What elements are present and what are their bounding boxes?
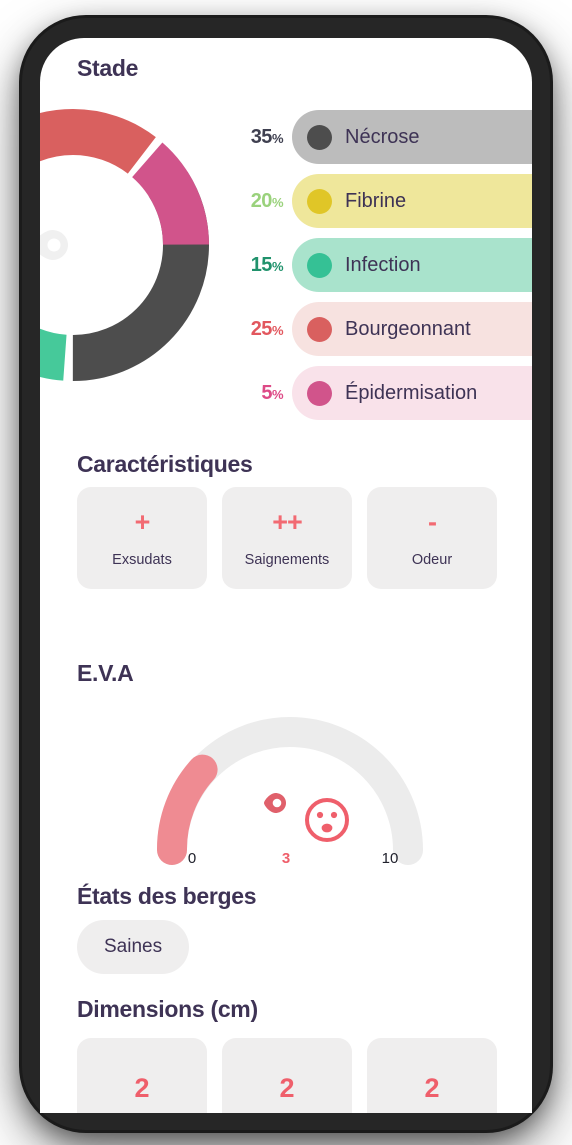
legend-color-dot xyxy=(307,316,332,342)
eva-gauge[interactable] xyxy=(145,700,435,870)
dimension-card-2[interactable]: 2 xyxy=(222,1038,352,1113)
stade-legend: 35% Nécrose 20% Fibrine 15% Infection 25… xyxy=(240,110,532,430)
legend-percent: 15% xyxy=(240,254,292,277)
droplet-icon xyxy=(40,230,68,260)
legend-percent: 25% xyxy=(240,318,292,341)
dimensions-cards: 2 2 2 xyxy=(77,1038,497,1113)
berges-chip-saines[interactable]: Saines xyxy=(77,920,190,974)
legend-percent: 20% xyxy=(240,190,292,213)
dimension-value: 2 xyxy=(279,1072,295,1103)
eva-tick-min: 0 xyxy=(187,850,197,867)
legend-bar: Infection xyxy=(292,238,532,292)
phone-screen: Stade 35% Nécrose 20% Fibrine 15% Infect… xyxy=(40,38,532,1113)
caracteristique-value: - xyxy=(428,506,437,537)
stade-section-title: Stade xyxy=(77,55,139,81)
dimensions-section-title: Dimensions (cm) xyxy=(77,996,258,1022)
dimension-card-3[interactable]: 2 xyxy=(367,1038,497,1113)
legend-label: Infection xyxy=(345,253,421,276)
legend-percent: 35% xyxy=(240,126,292,149)
stade-donut-chart[interactable] xyxy=(40,100,218,390)
legend-percent: 5% xyxy=(240,382,292,405)
legend-item-bourgeonnant[interactable]: 25% Bourgeonnant xyxy=(240,302,532,356)
legend-color-dot xyxy=(307,380,332,406)
legend-label: Fibrine xyxy=(345,189,407,212)
dimension-value: 2 xyxy=(134,1072,150,1103)
eva-tick-max: 10 xyxy=(381,850,399,867)
eva-section-title: E.V.A xyxy=(77,660,134,686)
eva-tick-current: 3 xyxy=(281,850,291,867)
legend-item-fibrine[interactable]: 20% Fibrine xyxy=(240,174,532,228)
legend-bar: Fibrine xyxy=(292,174,532,228)
legend-bar: Nécrose xyxy=(292,110,532,164)
legend-item-epidermisation[interactable]: 5% Épidermisation xyxy=(240,366,532,420)
caracteristique-card-exsudats[interactable]: + Exsudats xyxy=(77,487,207,589)
caracteristique-value: + xyxy=(134,506,151,537)
caracteristique-label: Saignements xyxy=(244,551,330,568)
gauge-track xyxy=(157,717,423,865)
legend-percent-value: 20 xyxy=(250,189,273,212)
eva-gauge-svg xyxy=(156,717,423,865)
caracteristique-label: Exsudats xyxy=(112,551,172,568)
legend-bar: Bourgeonnant xyxy=(292,302,532,356)
screenshot-root: Stade 35% Nécrose 20% Fibrine 15% Infect… xyxy=(0,0,572,1145)
berges-section-title: États des berges xyxy=(77,883,257,909)
percent-symbol: % xyxy=(271,386,284,402)
legend-label: Épidermisation xyxy=(345,381,478,404)
percent-symbol: % xyxy=(271,258,284,274)
legend-item-infection[interactable]: 15% Infection xyxy=(240,238,532,292)
legend-percent-value: 25 xyxy=(250,317,273,340)
legend-label: Nécrose xyxy=(345,125,420,148)
legend-color-dot xyxy=(307,188,332,214)
percent-symbol: % xyxy=(271,194,284,210)
legend-percent-value: 35 xyxy=(250,125,273,148)
legend-percent-value: 5 xyxy=(261,381,272,404)
caracteristiques-cards: + Exsudats ++ Saignements - Odeur xyxy=(77,487,497,589)
legend-color-dot xyxy=(307,252,332,278)
caracteristique-card-saignements[interactable]: ++ Saignements xyxy=(222,487,352,589)
percent-symbol: % xyxy=(271,322,284,338)
percent-symbol: % xyxy=(271,130,284,146)
legend-percent-value: 15 xyxy=(250,253,273,276)
caracteristique-card-odeur[interactable]: - Odeur xyxy=(367,487,497,589)
caracteristiques-section-title: Caractéristiques xyxy=(77,451,253,477)
caracteristique-label: Odeur xyxy=(411,551,453,568)
legend-item-necrose[interactable]: 35% Nécrose xyxy=(240,110,532,164)
legend-label: Bourgeonnant xyxy=(345,317,471,340)
gauge-value-arc xyxy=(156,754,218,865)
eva-tick-labels: 0 3 10 xyxy=(145,850,435,872)
caracteristique-value: ++ xyxy=(272,506,303,537)
legend-color-dot xyxy=(307,124,332,150)
dimension-card-1[interactable]: 2 xyxy=(77,1038,207,1113)
droplet-marker-icon xyxy=(264,793,286,813)
legend-bar: Épidermisation xyxy=(292,366,532,420)
neutral-face-icon xyxy=(305,798,349,842)
dimension-value: 2 xyxy=(424,1072,440,1103)
